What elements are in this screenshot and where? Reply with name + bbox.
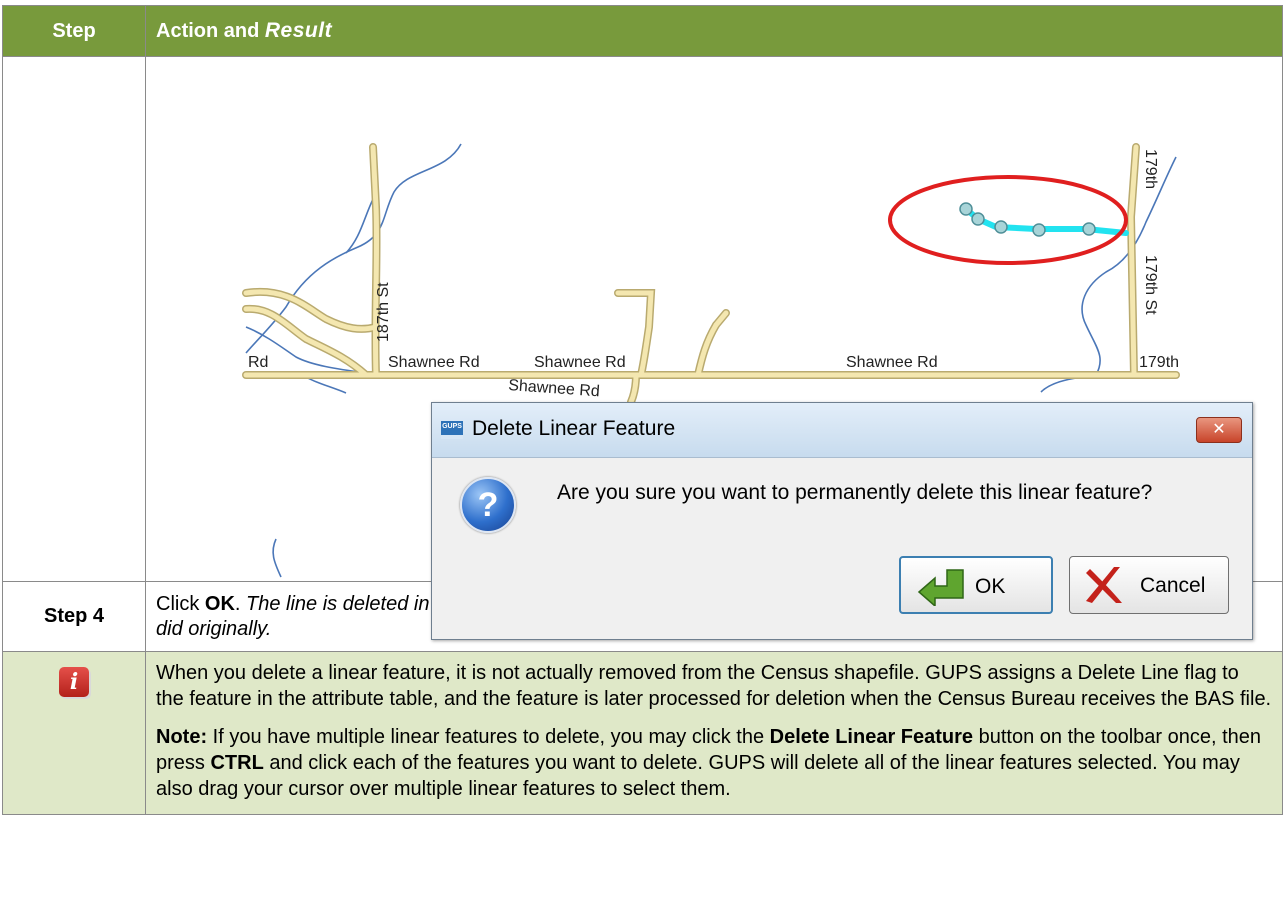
note-label: Note: — [156, 726, 208, 748]
info-icon: i — [59, 667, 89, 697]
dialog-title: Delete Linear Feature — [472, 417, 676, 440]
cancel-x-icon — [1086, 567, 1122, 603]
gups-app-icon: GUPS — [441, 421, 463, 439]
vertex — [994, 220, 1008, 234]
road-label: 179th — [1142, 149, 1159, 189]
highlight-ellipse — [888, 175, 1128, 265]
note-paragraph: When you delete a linear feature, it is … — [156, 662, 1272, 710]
vertex — [971, 212, 985, 226]
instruction-ok: OK — [204, 592, 235, 615]
procedure-table: Step Action and Result Rd Shawnee Rd Sha… — [2, 5, 1283, 815]
delete-linear-feature-dialog: GUPS Delete Linear Feature ✕ ? Are you s… — [431, 402, 1253, 640]
road-label: 179th St — [1142, 255, 1159, 315]
table-header-row: Step Action and Result — [2, 5, 1283, 57]
stream — [345, 196, 375, 254]
selected-line — [963, 206, 1129, 236]
road-labels: Rd Shawnee Rd Shawnee Rd Shawnee Rd Shaw… — [248, 149, 1179, 400]
ok-button[interactable]: OK — [899, 556, 1053, 614]
result-header-text: Result — [264, 19, 333, 42]
road-label: Shawnee Rd — [534, 354, 626, 371]
cancel-button[interactable]: Cancel — [1069, 556, 1229, 614]
dialog-title-bar[interactable]: GUPS Delete Linear Feature ✕ — [432, 403, 1252, 458]
stream — [272, 538, 282, 578]
note-paragraph: Note: If you have multiple linear featur… — [156, 724, 1272, 802]
roads — [242, 143, 1180, 406]
empty-step-cell — [2, 56, 146, 582]
step-column-header: Step — [2, 5, 146, 57]
road-label: Shawnee Rd — [388, 354, 480, 371]
road-label: Shawnee Rd — [846, 354, 938, 371]
road-label: 179th — [1139, 354, 1179, 371]
instruction-text: . — [234, 592, 247, 615]
info-cell: i — [2, 651, 146, 815]
note-row: i When you delete a linear feature, it i… — [2, 651, 1283, 815]
stream — [305, 376, 347, 394]
vertex — [959, 202, 973, 216]
ok-arrow-icon — [917, 569, 964, 606]
note-text: and click each of the features you want … — [156, 752, 1240, 800]
instruction-text: Click — [156, 592, 205, 615]
road-label: Shawnee Rd — [508, 377, 601, 400]
dialog-message: Are you sure you want to permanently del… — [557, 481, 1153, 504]
screenshot-row: Rd Shawnee Rd Shawnee Rd Shawnee Rd Shaw… — [2, 56, 1283, 640]
vertex — [1082, 222, 1096, 236]
close-icon: ✕ — [1212, 421, 1226, 438]
note-text-cell: When you delete a linear feature, it is … — [145, 651, 1283, 815]
screenshot-cell: Rd Shawnee Rd Shawnee Rd Shawnee Rd Shaw… — [145, 56, 1283, 640]
note-bold-text: CTRL — [210, 752, 264, 774]
cancel-button-label: Cancel — [1140, 574, 1206, 597]
ok-button-label: OK — [975, 575, 1006, 598]
road-label: Rd — [248, 354, 268, 371]
step-number: Step 4 — [2, 581, 146, 652]
selected-linear-feature — [959, 202, 1129, 237]
note-text: If you have multiple linear features to … — [207, 726, 770, 748]
road-label: 187th St — [375, 282, 392, 342]
vertex — [1032, 223, 1046, 237]
action-column-header: Action and Result — [145, 5, 1283, 57]
question-icon: ? — [460, 477, 516, 533]
action-header-text: Action and — [156, 20, 265, 42]
note-bold-text: Delete Linear Feature — [769, 726, 974, 748]
screenshot-figure: Rd Shawnee Rd Shawnee Rd Shawnee Rd Shaw… — [146, 57, 1282, 640]
close-button[interactable]: ✕ — [1196, 417, 1242, 443]
